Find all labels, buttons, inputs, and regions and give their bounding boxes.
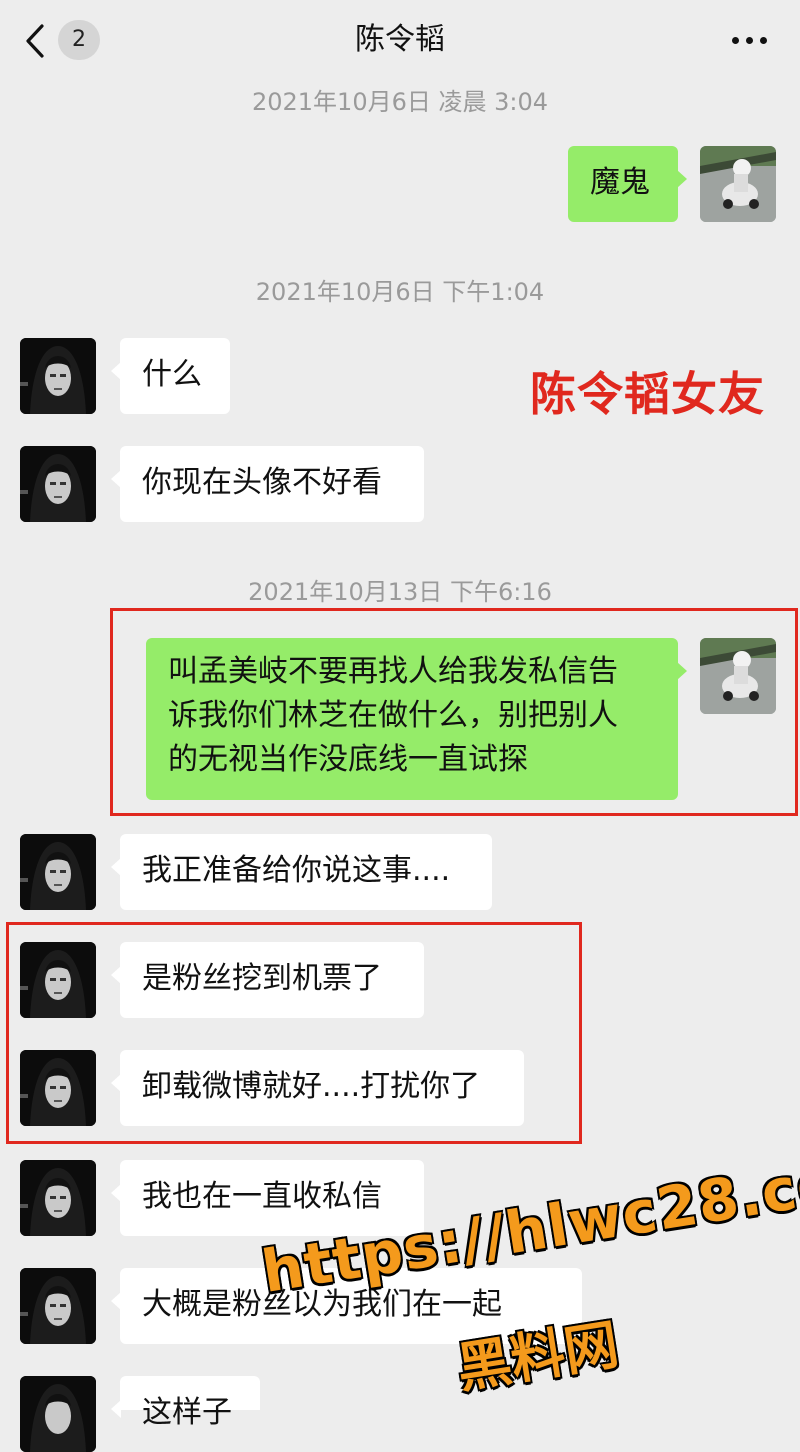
contact-avatar[interactable] (20, 1050, 96, 1126)
annotation-label: 陈令韬女友 (530, 367, 765, 421)
avatar-photo (20, 1160, 96, 1236)
message-text: 我也在一直收私信 (142, 1179, 382, 1214)
chat-title: 陈令韬 (355, 22, 445, 57)
received-message-bubble[interactable]: 什么 (111, 338, 230, 414)
avatar-photo (20, 1268, 96, 1344)
avatar-photo (20, 1050, 96, 1126)
timestamp: 2021年10月6日 下午1:04 (255, 278, 545, 306)
timestamp: 2021年10月6日 凌晨 3:04 (251, 88, 549, 116)
received-message-bubble[interactable]: 我正准备给你说这事.... (111, 834, 492, 910)
received-message-bubble[interactable]: 卸载微博就好....打扰你了 (111, 1050, 524, 1126)
message-text: 我正准备给你说这事.... (142, 853, 451, 888)
avatar-photo (700, 146, 776, 222)
contact-avatar[interactable] (20, 1268, 96, 1344)
message-text: 魔鬼 (590, 165, 650, 200)
message-text-line: 的无视当作没底线一直试探 (168, 742, 528, 777)
my-avatar[interactable] (700, 638, 776, 714)
contact-avatar[interactable] (20, 834, 96, 910)
avatar-photo (20, 446, 96, 522)
avatar-photo (20, 834, 96, 910)
message-text: 什么 (142, 357, 202, 392)
more-options-button[interactable] (728, 24, 772, 56)
my-avatar[interactable] (700, 146, 776, 222)
sent-message-bubble[interactable]: 魔鬼 (568, 146, 687, 222)
message-text-line: 叫孟美岐不要再找人给我发私信告 (168, 654, 618, 689)
received-message-bubble[interactable]: 是粉丝挖到机票了 (111, 942, 424, 1018)
message-text: 这样子 (142, 1395, 232, 1430)
contact-avatar[interactable] (20, 338, 96, 414)
chat-header: 2 陈令韬 (0, 0, 800, 80)
message-text: 卸载微博就好....打扰你了 (142, 1069, 481, 1104)
message-text: 是粉丝挖到机票了 (142, 961, 382, 996)
timestamp: 2021年10月13日 下午6:16 (248, 578, 552, 606)
received-message-bubble[interactable]: 这样子 (111, 1376, 260, 1430)
avatar-photo (20, 338, 96, 414)
contact-avatar[interactable] (20, 1160, 96, 1236)
message-text-line: 诉我你们林芝在做什么，别把别人 (168, 698, 618, 733)
avatar-photo (20, 1376, 96, 1452)
avatar-photo (700, 638, 776, 714)
contact-avatar[interactable] (20, 446, 96, 522)
message-text: 你现在头像不好看 (142, 465, 382, 500)
avatar-photo (20, 942, 96, 1018)
contact-avatar[interactable] (20, 942, 96, 1018)
received-message-bubble[interactable]: 你现在头像不好看 (111, 446, 424, 522)
contact-avatar[interactable] (20, 1376, 96, 1452)
sent-message-bubble[interactable]: 叫孟美岐不要再找人给我发私信告 诉我你们林芝在做什么，别把别人 的无视当作没底线… (146, 638, 687, 800)
